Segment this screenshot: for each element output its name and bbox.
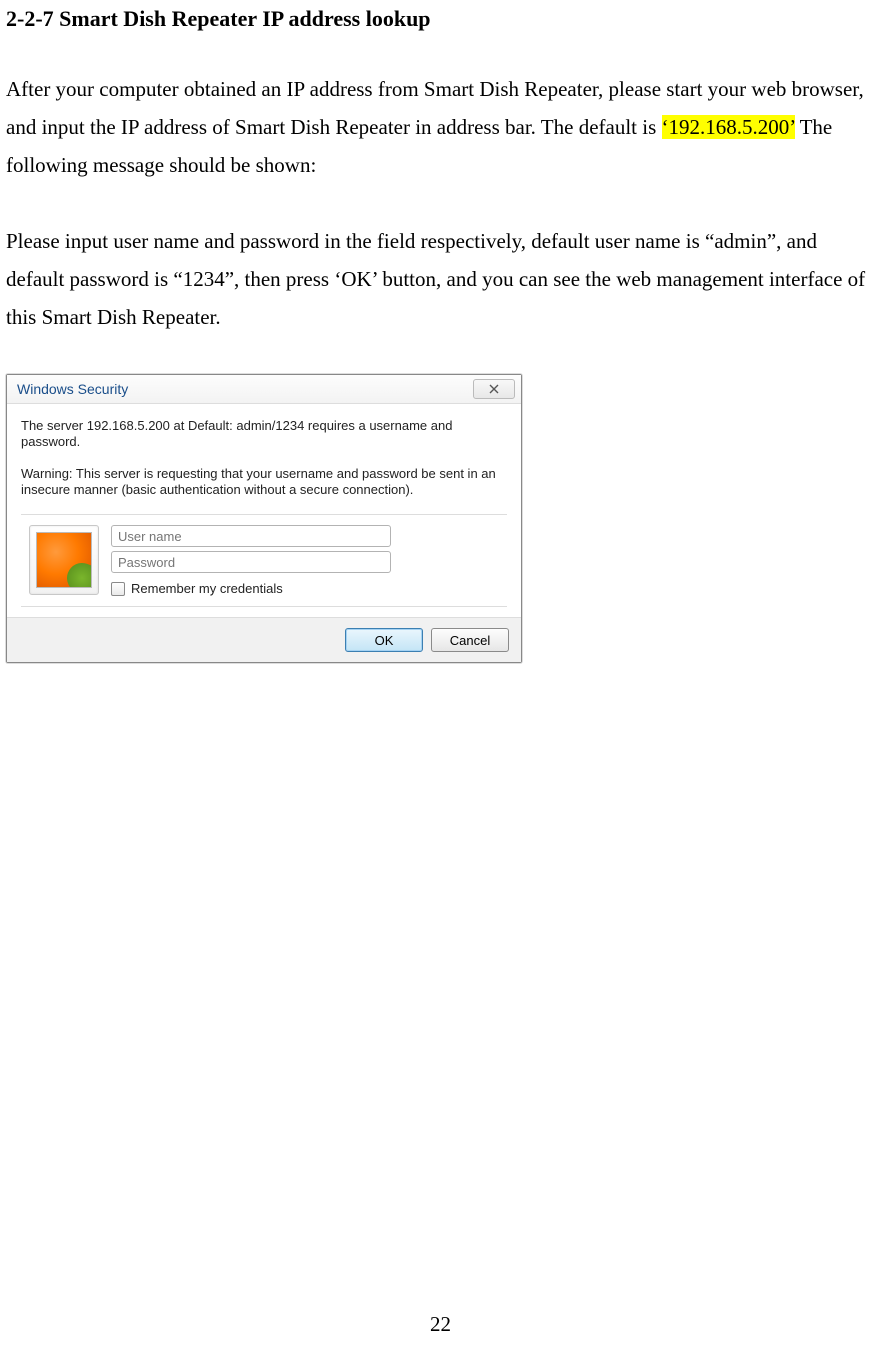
password-input[interactable] [111, 551, 391, 573]
dialog-message-1: The server 192.168.5.200 at Default: adm… [21, 418, 507, 450]
dialog-title: Windows Security [17, 381, 128, 397]
dialog-message-2: Warning: This server is requesting that … [21, 466, 507, 498]
flower-icon [36, 532, 92, 588]
windows-security-dialog: Windows Security The server 192.168.5.20… [6, 374, 522, 663]
dialog-body: The server 192.168.5.200 at Default: adm… [7, 404, 521, 617]
dialog-button-row: OK Cancel [7, 617, 521, 662]
cancel-button[interactable]: Cancel [431, 628, 509, 652]
paragraph-2: Please input user name and password in t… [6, 222, 871, 336]
page-number: 22 [0, 1312, 881, 1337]
credential-fields: Remember my credentials [111, 525, 499, 596]
avatar [29, 525, 99, 595]
highlighted-ip: ‘192.168.5.200’ [662, 115, 795, 139]
remember-row: Remember my credentials [111, 581, 499, 596]
close-icon [489, 382, 499, 397]
remember-checkbox[interactable] [111, 582, 125, 596]
username-input[interactable] [111, 525, 391, 547]
remember-label: Remember my credentials [131, 581, 283, 596]
close-button[interactable] [473, 379, 515, 399]
dialog-titlebar: Windows Security [7, 375, 521, 404]
paragraph-1: After your computer obtained an IP addre… [6, 70, 871, 184]
credentials-box: Remember my credentials [21, 514, 507, 607]
section-heading: 2-2-7 Smart Dish Repeater IP address loo… [6, 6, 871, 32]
ok-button[interactable]: OK [345, 628, 423, 652]
